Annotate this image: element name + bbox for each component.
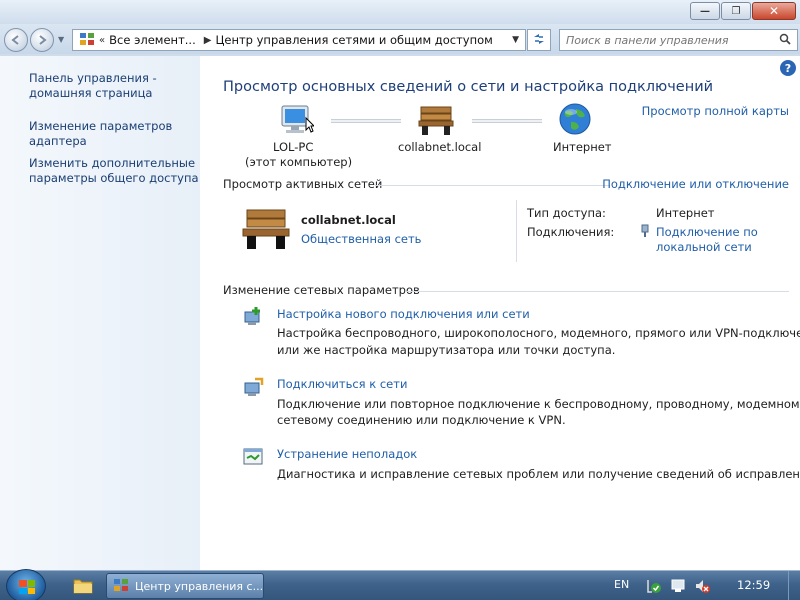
sidebar-item-adapter-settings[interactable]: Изменение параметров адаптера xyxy=(29,119,172,149)
task-description: или же настройка маршрутизатора или точк… xyxy=(277,343,616,357)
breadcrumb-separator-icon[interactable]: ▶ xyxy=(200,35,216,46)
ethernet-icon xyxy=(640,224,650,241)
minimize-button[interactable]: — xyxy=(690,2,720,20)
sidebar-item-advanced-sharing[interactable]: Изменить дополнительные параметры общего… xyxy=(29,156,199,186)
active-network-name: collabnet.local xyxy=(301,213,396,227)
section-divider xyxy=(406,291,789,292)
maximize-button[interactable]: ❐ xyxy=(721,2,751,20)
sidebar-item-label: Панель управления - xyxy=(29,71,157,85)
sidebar-item-label: домашняя страница xyxy=(29,86,153,100)
network-type-link[interactable]: Общественная сеть xyxy=(301,232,421,246)
maximize-icon: ❐ xyxy=(731,5,741,17)
section-divider xyxy=(375,185,610,186)
sidebar-item-label: параметры общего доступа xyxy=(29,171,199,185)
computer-name: LOL-PC xyxy=(273,140,314,154)
explorer-taskbar-button[interactable] xyxy=(68,575,98,597)
action-center-icon[interactable] xyxy=(646,578,662,594)
search-input[interactable] xyxy=(560,30,779,50)
page-title: Просмотр основных сведений о сети и наст… xyxy=(223,79,714,95)
network-tray-icon[interactable] xyxy=(670,578,686,594)
clock[interactable]: 12:59 xyxy=(737,578,770,592)
network-bench-icon[interactable] xyxy=(418,104,454,139)
sidebar-item-label: адаптера xyxy=(29,134,87,148)
search-icon[interactable] xyxy=(779,33,797,48)
close-icon: ✕ xyxy=(768,4,780,18)
breadcrumb-overflow-icon[interactable]: « xyxy=(95,35,109,46)
window-controls: — ❐ ✕ xyxy=(689,2,796,20)
sidebar-item-control-panel-home[interactable]: Панель управления - домашняя страница xyxy=(29,71,157,101)
sidebar: Панель управления - домашняя страница Из… xyxy=(0,56,200,570)
internet-label: Интернет xyxy=(553,140,612,154)
breadcrumb-item-network-center[interactable]: Центр управления сетями и общим доступом xyxy=(215,33,496,47)
network-bench-icon xyxy=(241,206,291,255)
lan-connection-line2: локальной сети xyxy=(656,240,752,254)
task-description: Диагностика и исправление сетевых пробле… xyxy=(277,467,800,481)
navigation-bar: ▼ « Все элемент... ▶ Центр управления се… xyxy=(0,24,800,54)
breadcrumb-item-all-items[interactable]: Все элемент... xyxy=(109,33,200,47)
network-name-label: collabnet.local xyxy=(398,140,482,154)
troubleshoot-icon xyxy=(242,446,264,471)
task-setup-new-connection[interactable]: Настройка нового подключения или сети xyxy=(277,307,530,321)
access-type-label: Тип доступа: xyxy=(527,206,606,220)
task-description: Настройка беспроводного, широкополосного… xyxy=(277,326,800,340)
task-connect-to-network[interactable]: Подключиться к сети xyxy=(277,377,407,391)
main-content: ? Просмотр основных сведений о сети и на… xyxy=(200,56,800,570)
minimize-icon: — xyxy=(700,5,710,17)
back-arrow-icon xyxy=(5,29,27,51)
show-desktop-button[interactable] xyxy=(788,571,800,600)
computer-subtitle: (этот компьютер) xyxy=(245,155,353,169)
task-description: сетевому соединению или подключение к VP… xyxy=(277,413,566,427)
globe-icon[interactable] xyxy=(559,103,591,138)
help-icon: ? xyxy=(784,61,792,75)
close-button[interactable]: ✕ xyxy=(752,2,796,20)
vertical-divider xyxy=(516,200,517,262)
network-center-taskbar-button[interactable]: Центр управления с... xyxy=(106,573,264,599)
forward-button[interactable] xyxy=(30,28,54,52)
full-map-link[interactable]: Просмотр полной карты xyxy=(642,104,789,118)
address-bar[interactable]: « Все элемент... ▶ Центр управления сетя… xyxy=(72,29,526,51)
sidebar-item-label: Изменить дополнительные xyxy=(29,156,196,170)
refresh-button[interactable] xyxy=(527,29,551,51)
taskbar-task-label: Центр управления с... xyxy=(135,579,263,593)
task-troubleshoot[interactable]: Устранение неполадок xyxy=(277,447,417,461)
connection-line xyxy=(472,119,542,123)
connections-label: Подключения: xyxy=(527,225,615,239)
connect-network-icon xyxy=(242,377,264,402)
new-connection-icon xyxy=(242,306,264,331)
change-settings-heading: Изменение сетевых параметров xyxy=(223,283,420,297)
connection-line xyxy=(331,119,401,123)
connect-disconnect-link[interactable]: Подключение или отключение xyxy=(602,177,789,191)
taskbar: Центр управления с... EN 12:59 xyxy=(0,569,800,600)
forward-arrow-icon xyxy=(31,29,53,51)
volume-muted-icon[interactable] xyxy=(694,578,710,594)
title-bar: — ❐ ✕ xyxy=(0,0,800,24)
language-indicator[interactable]: EN xyxy=(614,578,629,591)
sidebar-item-label: Изменение параметров xyxy=(29,119,173,133)
lan-connection-line1: Подключение по xyxy=(656,225,758,239)
address-dropdown-icon[interactable]: ▼ xyxy=(512,35,525,45)
back-button[interactable] xyxy=(4,28,28,52)
control-panel-icon xyxy=(79,32,95,49)
history-dropdown-icon[interactable]: ▼ xyxy=(58,35,64,44)
help-button[interactable]: ? xyxy=(780,60,796,76)
access-type-value: Интернет xyxy=(656,206,715,220)
computer-icon[interactable] xyxy=(278,104,316,139)
lan-connection-link[interactable]: Подключение по локальной сети xyxy=(656,225,758,254)
start-button[interactable] xyxy=(6,569,46,600)
search-box[interactable] xyxy=(559,29,798,51)
windows-logo-icon xyxy=(19,580,35,594)
refresh-icon xyxy=(532,32,546,49)
task-description: Подключение или повторное подключение к … xyxy=(277,397,800,411)
active-networks-heading: Просмотр активных сетей xyxy=(223,177,383,191)
folder-icon xyxy=(68,579,98,600)
control-panel-icon xyxy=(113,578,129,595)
